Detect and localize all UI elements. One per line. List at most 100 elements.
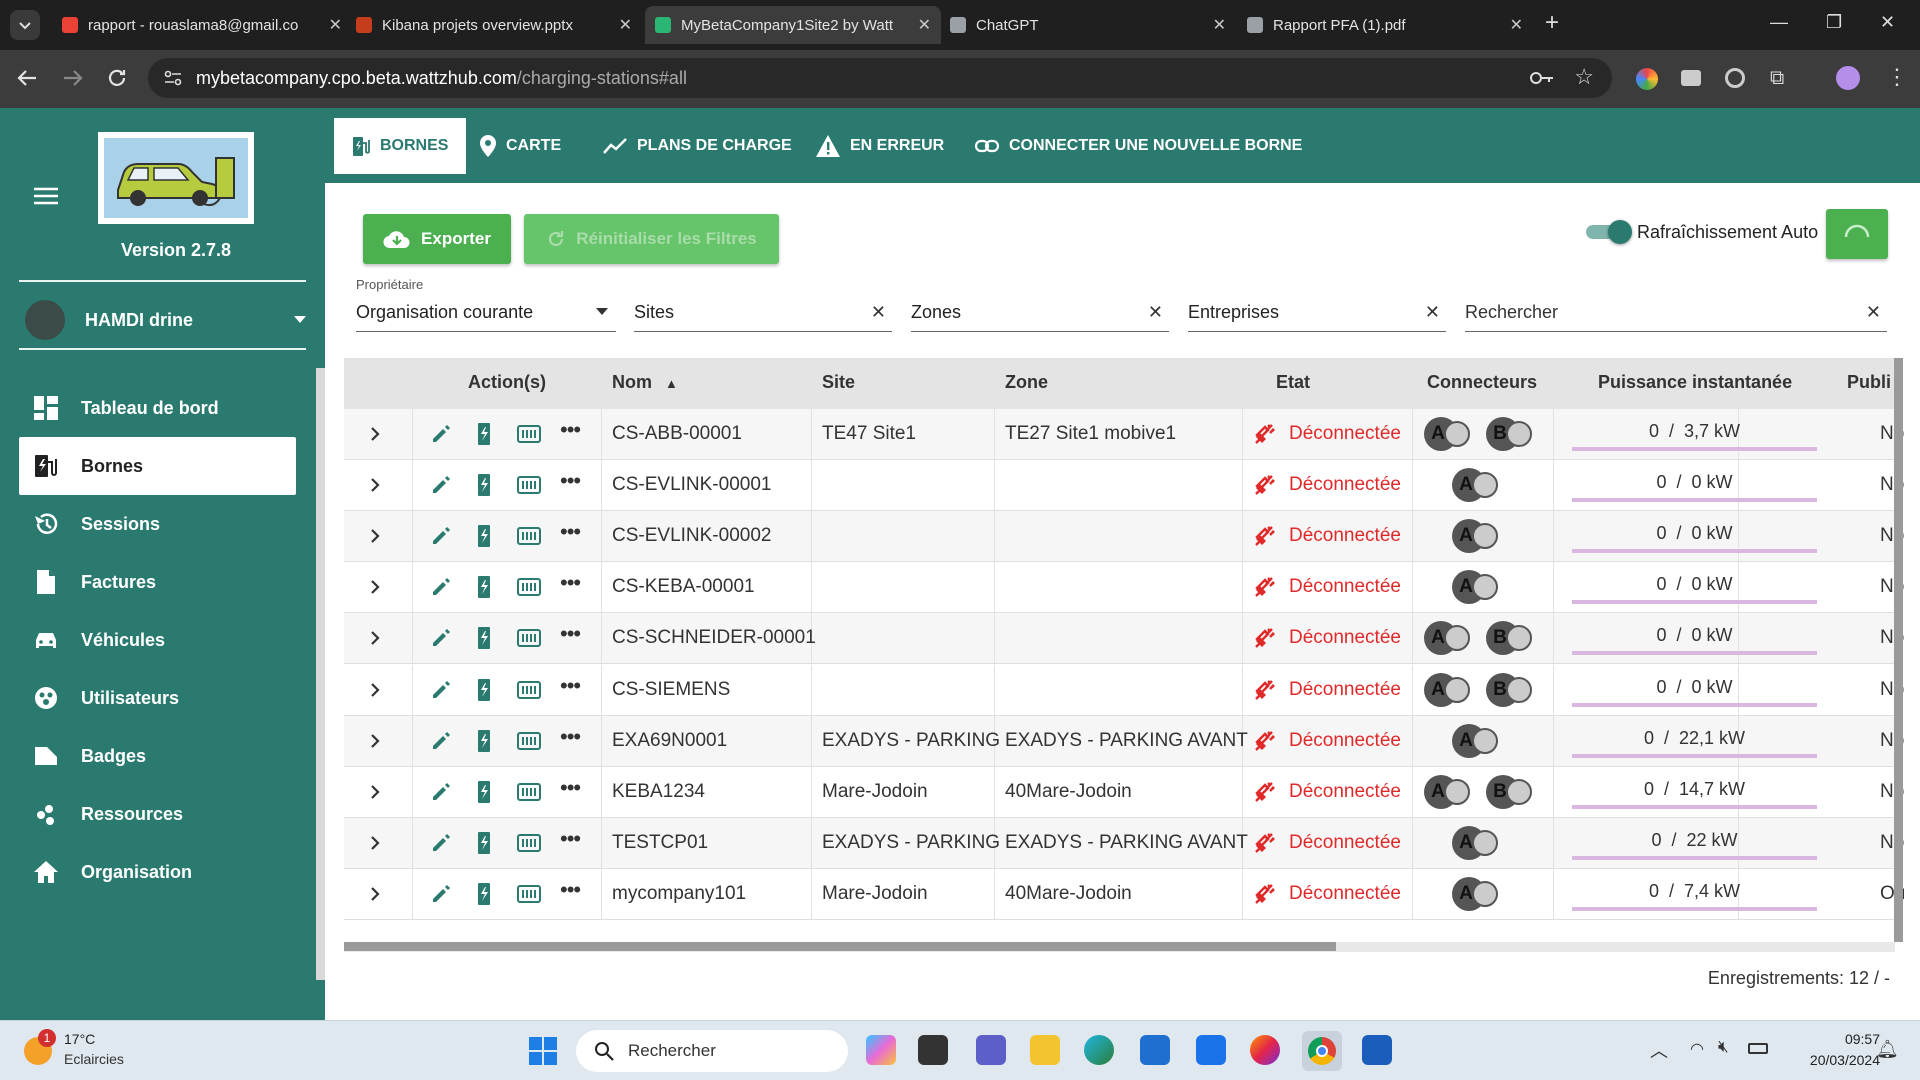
minimize-button[interactable]: —: [1770, 12, 1788, 33]
sidebar-item-tableau-de-bord[interactable]: Tableau de bord: [19, 379, 296, 437]
sidebar-item-factures[interactable]: Factures: [19, 553, 296, 611]
header-name[interactable]: Nom ▲: [612, 372, 678, 393]
refresh-button[interactable]: [1826, 209, 1888, 259]
owner-select[interactable]: Organisation courante: [356, 292, 616, 332]
station-name[interactable]: CS-EVLINK-00002: [612, 525, 771, 547]
browser-tab[interactable]: rapport - rouaslama8@gmail.co ✕: [52, 6, 352, 44]
expand-chevron-icon[interactable]: [370, 835, 380, 851]
sidebar-item-véhicules[interactable]: Véhicules: [19, 611, 296, 669]
edge-icon[interactable]: [1084, 1035, 1114, 1065]
charging-station-action-icon[interactable]: [476, 574, 492, 600]
chrome-icon[interactable]: [1302, 1031, 1342, 1071]
connectors-icon[interactable]: [517, 884, 541, 904]
table-row[interactable]: ••• CS-KEBA-00001 Déconnectée A 0 / 0 kW No: [344, 562, 1904, 614]
more-actions-icon[interactable]: •••: [560, 775, 581, 801]
connector-status-badge[interactable]: A: [1424, 621, 1470, 656]
back-icon[interactable]: [16, 67, 38, 89]
new-tab-button[interactable]: +: [1545, 9, 1559, 37]
charging-station-action-icon[interactable]: [476, 830, 492, 856]
close-tab-icon[interactable]: ✕: [918, 15, 931, 35]
table-row[interactable]: ••• EXA69N0001 EXADYS - PARKING EXADYS - PA…: [344, 715, 1904, 767]
table-horizontal-scrollbar[interactable]: [344, 942, 1336, 951]
export-button[interactable]: Exporter: [363, 214, 511, 264]
station-name[interactable]: mycompany101: [612, 883, 746, 905]
tab-bornes[interactable]: BORNES: [334, 118, 467, 174]
site-info-icon[interactable]: [164, 70, 182, 86]
connector-status-badge[interactable]: A: [1452, 570, 1498, 605]
edit-pencil-icon[interactable]: [430, 730, 452, 752]
browser-tab[interactable]: ChatGPT ✕: [940, 6, 1236, 44]
connectors-icon[interactable]: [517, 731, 541, 751]
omnibox[interactable]: mybetacompany.cpo.beta.wattzhub.com/char…: [148, 58, 1612, 98]
expand-chevron-icon[interactable]: [370, 682, 380, 698]
clock-time[interactable]: 09:57: [1790, 1031, 1880, 1047]
connector-status-badge[interactable]: A: [1452, 519, 1498, 554]
extension-icon-1[interactable]: [1636, 68, 1658, 90]
header-site[interactable]: Site: [822, 372, 855, 393]
charging-station-action-icon[interactable]: [476, 779, 492, 805]
charging-station-action-icon[interactable]: [476, 728, 492, 754]
sidebar-item-organisation[interactable]: Organisation: [19, 843, 296, 901]
sidebar-item-ressources[interactable]: Ressources: [19, 785, 296, 843]
record-extension-icon[interactable]: [1725, 68, 1745, 88]
search-input[interactable]: Rechercher ✕: [1465, 292, 1887, 332]
more-actions-icon[interactable]: •••: [560, 826, 581, 852]
station-name[interactable]: KEBA1234: [612, 781, 705, 803]
clear-search-icon[interactable]: ✕: [1866, 302, 1881, 323]
sidebar-scrollbar[interactable]: [316, 368, 325, 980]
clear-sites-icon[interactable]: ✕: [871, 302, 886, 323]
station-name[interactable]: TESTCP01: [612, 832, 708, 854]
header-state[interactable]: Etat: [1276, 372, 1310, 393]
reset-filters-button[interactable]: Réinitialiser les Filtres: [524, 214, 779, 264]
store-icon[interactable]: [1140, 1035, 1170, 1065]
charging-station-action-icon[interactable]: [476, 523, 492, 549]
expand-chevron-icon[interactable]: [370, 886, 380, 902]
more-actions-icon[interactable]: •••: [560, 519, 581, 545]
close-window-button[interactable]: ✕: [1880, 12, 1895, 33]
table-row[interactable]: ••• CS-EVLINK-00002 Déconnectée A 0 / 0 kW No: [344, 511, 1904, 563]
expand-chevron-icon[interactable]: [370, 528, 380, 544]
browser-menu-icon[interactable]: ⋮: [1886, 64, 1908, 90]
header-zone[interactable]: Zone: [1005, 372, 1048, 393]
station-name[interactable]: CS-KEBA-00001: [612, 576, 755, 598]
charging-station-action-icon[interactable]: [476, 421, 492, 447]
connector-status-badge[interactable]: B: [1486, 417, 1532, 451]
tab-en-erreur[interactable]: EN ERREUR: [816, 118, 944, 174]
expand-chevron-icon[interactable]: [370, 426, 380, 442]
browser-tab[interactable]: Kibana projets overview.pptx ✕: [346, 6, 642, 44]
edit-pencil-icon[interactable]: [430, 781, 452, 803]
connectors-icon[interactable]: [517, 475, 541, 495]
tab-search-button[interactable]: [10, 10, 40, 40]
profile-avatar[interactable]: [1836, 66, 1860, 90]
notification-bell-icon[interactable]: 🔔︎: [1876, 1039, 1899, 1060]
connectors-icon[interactable]: [517, 424, 541, 444]
tab-plans-de-charge[interactable]: PLANS DE CHARGE: [603, 118, 792, 174]
charging-station-action-icon[interactable]: [476, 881, 492, 907]
task-view-icon[interactable]: [918, 1035, 948, 1065]
close-tab-icon[interactable]: ✕: [1510, 15, 1523, 35]
table-row[interactable]: ••• TESTCP01 EXADYS - PARKING EXADYS - PARK…: [344, 817, 1904, 869]
companies-filter[interactable]: Entreprises ✕: [1188, 292, 1446, 332]
volume-muted-icon[interactable]: 🔇︎: [1718, 1037, 1729, 1057]
sites-filter[interactable]: Sites ✕: [634, 292, 892, 332]
station-name[interactable]: CS-ABB-00001: [612, 423, 742, 445]
table-row[interactable]: ••• CS-ABB-00001 TE47 Site1 TE27 Site1 mobi…: [344, 409, 1904, 460]
hamburger-menu-icon[interactable]: [34, 186, 58, 206]
connectors-icon[interactable]: [517, 526, 541, 546]
tab-connect-new-station[interactable]: CONNECTER UNE NOUVELLE BORNE: [975, 118, 1302, 174]
connector-status-badge[interactable]: A: [1452, 876, 1498, 911]
edit-pencil-icon[interactable]: [430, 474, 452, 496]
expand-chevron-icon[interactable]: [370, 784, 380, 800]
battery-icon[interactable]: [1748, 1043, 1768, 1054]
table-vertical-scrollbar[interactable]: [1894, 358, 1903, 942]
close-tab-icon[interactable]: ✕: [619, 15, 632, 35]
connectors-icon[interactable]: [517, 782, 541, 802]
station-name[interactable]: EXA69N0001: [612, 730, 727, 752]
expand-chevron-icon[interactable]: [370, 477, 380, 493]
edit-pencil-icon[interactable]: [430, 525, 452, 547]
table-row[interactable]: ••• mycompany101 Mare-Jodoin 40Mare-Jodoin D…: [344, 868, 1905, 920]
close-tab-icon[interactable]: ✕: [329, 15, 342, 35]
edit-pencil-icon[interactable]: [430, 679, 452, 701]
forward-icon[interactable]: [62, 67, 84, 89]
more-actions-icon[interactable]: •••: [560, 570, 581, 596]
